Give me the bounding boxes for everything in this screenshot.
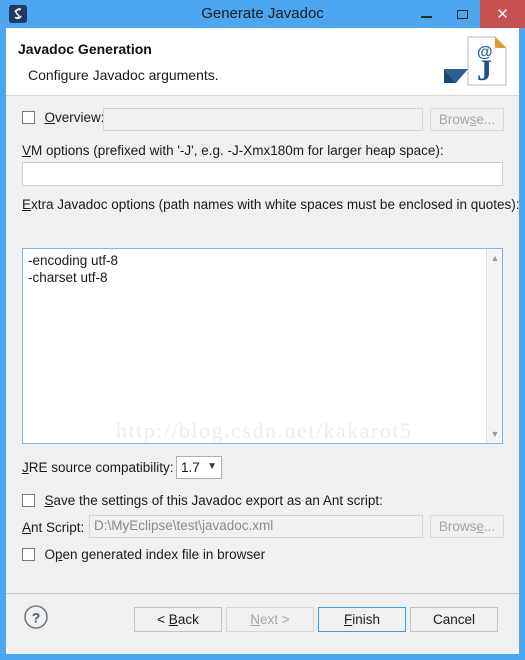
overview-row: Overview: <box>22 109 104 127</box>
minimize-icon <box>420 16 432 18</box>
scroll-up-icon[interactable]: ▲ <box>487 250 503 266</box>
cancel-button[interactable]: Cancel <box>410 607 498 632</box>
maximize-button[interactable] <box>444 0 480 28</box>
close-button[interactable]: ✕ <box>480 0 525 28</box>
ant-script-input[interactable]: D:\MyEclipse\test\javadoc.xml <box>89 515 423 538</box>
extra-options-label: Extra Javadoc options (path names with w… <box>22 197 520 212</box>
chevron-down-icon: ▼ <box>207 461 217 472</box>
overview-browse-label: Browse... <box>438 111 496 127</box>
maximize-icon <box>456 9 468 19</box>
finish-button[interactable]: Finish <box>318 607 406 632</box>
extra-options-textarea[interactable]: -encoding utf-8 -charset utf-8 ▲ ▼ <box>22 248 503 444</box>
overview-browse-button[interactable]: Browse... <box>430 108 504 131</box>
vm-options-input[interactable] <box>22 162 503 186</box>
dialog-client-area: Javadoc Generation Configure Javadoc arg… <box>6 28 520 654</box>
save-ant-script-checkbox[interactable] <box>22 494 35 507</box>
wizard-header: Javadoc Generation Configure Javadoc arg… <box>6 28 519 96</box>
back-button-label: < Back <box>157 611 199 627</box>
overview-label: Overview: <box>44 110 105 125</box>
ant-script-browse-label: Browse... <box>438 518 496 534</box>
svg-text:?: ? <box>32 610 41 626</box>
extra-options-scrollbar[interactable]: ▲ ▼ <box>486 249 502 443</box>
javadoc-page-icon: @ J <box>438 33 510 91</box>
wizard-body: Overview: Browse... VM options (prefixed… <box>6 96 520 593</box>
next-button[interactable]: Next > <box>226 607 314 632</box>
save-ant-script-label: Save the settings of this Javadoc export… <box>44 493 383 508</box>
jre-compat-value: 1.7 <box>181 460 200 475</box>
window-controls: ✕ <box>408 0 525 28</box>
save-ant-script-row: Save the settings of this Javadoc export… <box>22 492 383 510</box>
scroll-down-icon[interactable]: ▼ <box>487 426 503 442</box>
open-index-label: Open generated index file in browser <box>44 547 266 562</box>
open-index-checkbox[interactable] <box>22 548 35 561</box>
jre-compat-label: JRE source compatibility: <box>22 460 174 475</box>
help-question-icon[interactable]: ? <box>23 604 49 630</box>
vm-options-label: VM options (prefixed with '-J', e.g. -J-… <box>22 143 444 158</box>
minimize-button[interactable] <box>408 0 444 28</box>
page-title: Javadoc Generation <box>18 41 152 57</box>
extra-options-text: -encoding utf-8 -charset utf-8 <box>28 253 119 285</box>
dialog-button-bar: ? < Back Next > Finish Cancel <box>6 593 519 654</box>
overview-input[interactable] <box>103 108 423 131</box>
svg-text:J: J <box>477 54 492 87</box>
next-button-label: Next > <box>250 611 290 627</box>
jre-compat-select[interactable]: 1.7 ▼ <box>176 456 222 479</box>
ant-script-label: Ant Script: <box>22 520 85 535</box>
page-subtitle: Configure Javadoc arguments. <box>28 67 219 83</box>
title-bar: Generate Javadoc ✕ <box>0 0 525 28</box>
generate-javadoc-dialog: Generate Javadoc ✕ Javadoc Generation Co… <box>0 0 525 660</box>
close-icon: ✕ <box>496 5 509 23</box>
finish-button-label: Finish <box>343 611 380 627</box>
overview-checkbox[interactable] <box>22 111 35 124</box>
back-button[interactable]: < Back <box>134 607 222 632</box>
cancel-button-label: Cancel <box>432 611 476 627</box>
ant-script-browse-button[interactable]: Browse... <box>430 515 504 538</box>
open-index-row: Open generated index file in browser <box>22 546 265 564</box>
